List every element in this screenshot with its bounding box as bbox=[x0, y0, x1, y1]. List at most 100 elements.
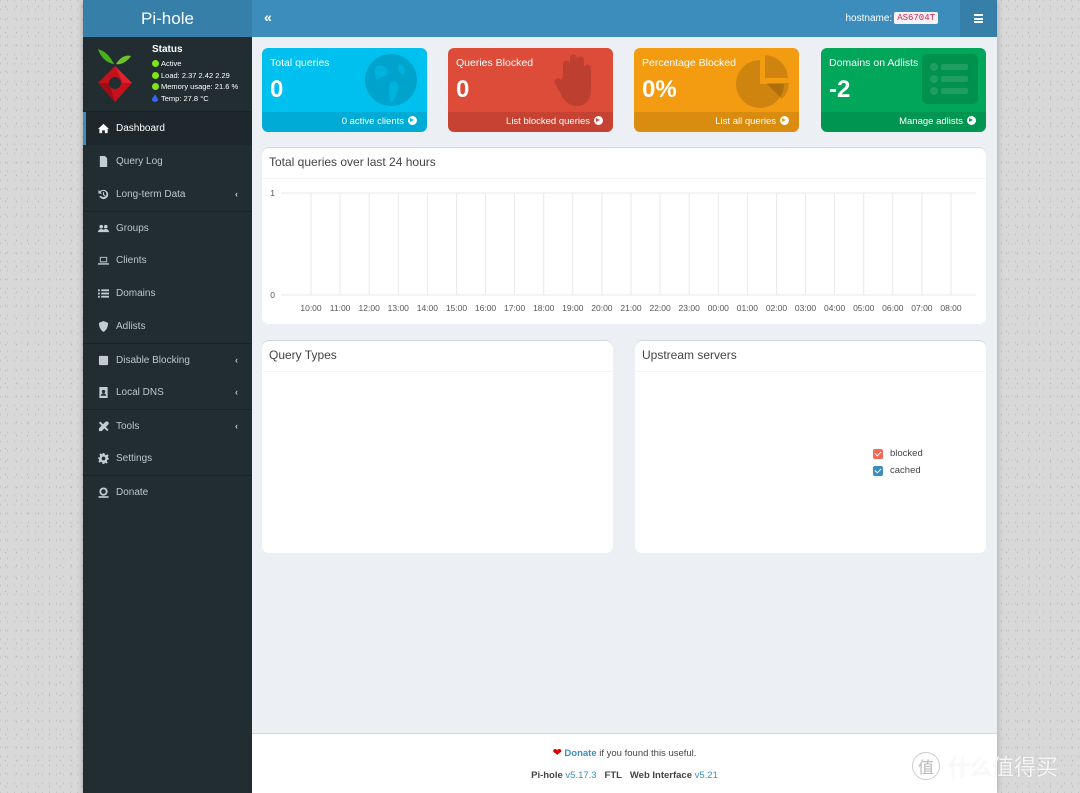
tile-title: Total queries bbox=[270, 57, 330, 69]
globe-icon bbox=[365, 54, 417, 106]
sidebar-item-disable-blocking[interactable]: Disable Blocking ‹ bbox=[83, 343, 252, 376]
heart-icon: ❤ bbox=[552, 747, 562, 759]
status-active-text: Active bbox=[161, 59, 182, 69]
app-window: Pi-hole Status Active Load: 2.37 2.42 2.… bbox=[83, 0, 997, 793]
x-tick-label: 19:00 bbox=[562, 303, 584, 313]
hamburger-icon[interactable] bbox=[960, 0, 997, 37]
status-info: Status Active Load: 2.37 2.42 2.29 Memor… bbox=[152, 44, 238, 104]
status-title: Status bbox=[152, 44, 183, 55]
panel-title: Query Types bbox=[262, 341, 613, 372]
file-icon bbox=[97, 156, 109, 168]
sidebar-item-label: Adlists bbox=[116, 321, 146, 332]
x-tick-label: 14:00 bbox=[417, 303, 439, 313]
donate-link[interactable]: Donate bbox=[564, 748, 596, 759]
sidebar-item-label: Domains bbox=[116, 288, 156, 299]
fire-icon bbox=[152, 94, 158, 103]
legend-item-blocked[interactable]: blocked bbox=[873, 445, 923, 462]
sidebar-item-donate[interactable]: Donate bbox=[83, 475, 252, 508]
chevron-left-icon: ‹ bbox=[235, 355, 238, 365]
active-clients-link[interactable]: 0 active clients bbox=[262, 112, 427, 132]
chevron-left-icon: ‹ bbox=[235, 421, 238, 431]
x-tick-label: 08:00 bbox=[940, 303, 962, 313]
status-load: Load: 2.37 2.42 2.29 bbox=[152, 70, 238, 82]
sidebar-item-settings[interactable]: Settings bbox=[83, 442, 252, 475]
legend-item-cached[interactable]: cached bbox=[873, 462, 923, 479]
tile-percentage-blocked: Percentage Blocked 0% List all queries bbox=[634, 48, 799, 132]
x-tick-label: 00:00 bbox=[708, 303, 730, 313]
x-tick-label: 15:00 bbox=[446, 303, 468, 313]
sidebar-item-label: Tools bbox=[116, 420, 140, 432]
status-active: Active bbox=[152, 58, 238, 70]
x-tick-label: 02:00 bbox=[766, 303, 788, 313]
tile-title: Queries Blocked bbox=[456, 57, 534, 69]
tile-title: Domains on Adlists bbox=[829, 57, 919, 69]
sidebar-item-tools[interactable]: Tools ‹ bbox=[83, 409, 252, 442]
tile-queries-blocked: Queries Blocked 0 List blocked queries bbox=[448, 48, 613, 132]
sidebar-item-label: Clients bbox=[116, 255, 147, 266]
sidebar-item-domains[interactable]: Domains bbox=[83, 277, 252, 310]
sidebar-menu: Dashboard Query Log Long-term Data ‹ Gro… bbox=[83, 112, 252, 508]
y-tick-label: 1 bbox=[270, 188, 275, 198]
x-tick-label: 13:00 bbox=[388, 303, 410, 313]
arrow-circle-right-icon bbox=[594, 116, 603, 125]
upstream-servers-panel: Upstream servers blocked cached bbox=[635, 341, 986, 553]
status-ok-icon bbox=[152, 60, 159, 68]
checkbox-checked-icon[interactable] bbox=[873, 448, 883, 459]
donate-text: if you found this useful. bbox=[596, 748, 697, 759]
legend-label: cached bbox=[890, 465, 921, 476]
sidebar-item-query-log[interactable]: Query Log bbox=[83, 145, 252, 178]
x-tick-label: 20:00 bbox=[591, 303, 613, 313]
double-chevron-left-icon[interactable]: « bbox=[264, 9, 272, 25]
sidebar-item-local-dns[interactable]: Local DNS ‹ bbox=[83, 376, 252, 409]
pihole-version-link[interactable]: v5.17.3 bbox=[565, 770, 596, 781]
sidebar-item-label: Long-term Data bbox=[116, 189, 186, 200]
panel-title: Upstream servers bbox=[635, 341, 986, 372]
tile-total-queries: Total queries 0 0 active clients bbox=[262, 48, 427, 132]
list-alt-icon bbox=[922, 54, 978, 104]
sidebar-item-long-term-data[interactable]: Long-term Data ‹ bbox=[83, 178, 252, 211]
status-load-text: Load: 2.37 2.42 2.29 bbox=[161, 70, 230, 80]
sidebar-item-groups[interactable]: Groups bbox=[83, 211, 252, 244]
sidebar-item-label: Groups bbox=[116, 222, 149, 234]
hand-icon bbox=[554, 54, 591, 106]
users-icon bbox=[97, 222, 109, 234]
sidebar: Pi-hole Status Active Load: 2.37 2.42 2.… bbox=[83, 0, 252, 793]
tile-footer-text: List all queries bbox=[715, 116, 776, 127]
tile-value: 0% bbox=[642, 76, 677, 103]
tile-footer-text: List blocked queries bbox=[506, 116, 590, 127]
tile-value: 0 bbox=[270, 76, 284, 103]
x-tick-label: 18:00 bbox=[533, 303, 555, 313]
app-title: Pi-hole bbox=[141, 8, 194, 28]
x-tick-label: 17:00 bbox=[504, 303, 526, 313]
tile-value: -2 bbox=[829, 76, 851, 103]
web-interface-version-link[interactable]: v5.21 bbox=[695, 770, 718, 781]
pihole-version-label: Pi-hole bbox=[531, 770, 563, 781]
x-tick-label: 11:00 bbox=[330, 303, 351, 313]
queries-over-time-chart[interactable]: 0 1 10:00 11:00 12:00 13:00 14:00 15:00 16:00 17:… bbox=[262, 179, 986, 324]
top-navbar: « hostname: AS6704T bbox=[252, 0, 997, 37]
list-blocked-queries-link[interactable]: List blocked queries bbox=[448, 112, 613, 132]
manage-adlists-link[interactable]: Manage adlists bbox=[821, 112, 986, 132]
tile-footer-text: Manage adlists bbox=[899, 116, 963, 127]
checkbox-checked-icon[interactable] bbox=[873, 465, 883, 476]
hostname-value: AS6704T bbox=[894, 12, 938, 24]
upstream-legend: blocked cached bbox=[873, 445, 923, 479]
chevron-left-icon: ‹ bbox=[235, 189, 238, 199]
sidebar-item-label: Donate bbox=[116, 486, 149, 498]
stop-icon bbox=[97, 354, 109, 366]
status-temp-text: Temp: 27.8 °C bbox=[161, 93, 209, 103]
watermark-logo-icon: 值 bbox=[912, 752, 940, 780]
sidebar-item-adlists[interactable]: Adlists bbox=[83, 310, 252, 343]
status-memory: Memory usage: 21.6 % bbox=[152, 81, 238, 93]
sidebar-item-dashboard[interactable]: Dashboard bbox=[83, 112, 252, 145]
sidebar-item-clients[interactable]: Clients bbox=[83, 244, 252, 277]
donate-icon bbox=[97, 486, 109, 498]
status-temp: Temp: 27.8 °C bbox=[152, 93, 238, 105]
shield-icon bbox=[97, 321, 109, 333]
app-logo-title[interactable]: Pi-hole bbox=[83, 0, 252, 37]
status-ok-icon bbox=[152, 71, 159, 79]
donate-line: ❤ Donate if you found this useful. bbox=[252, 746, 997, 759]
gear-icon bbox=[97, 453, 109, 465]
query-types-panel: Query Types bbox=[262, 341, 613, 553]
list-all-queries-link[interactable]: List all queries bbox=[634, 112, 799, 132]
